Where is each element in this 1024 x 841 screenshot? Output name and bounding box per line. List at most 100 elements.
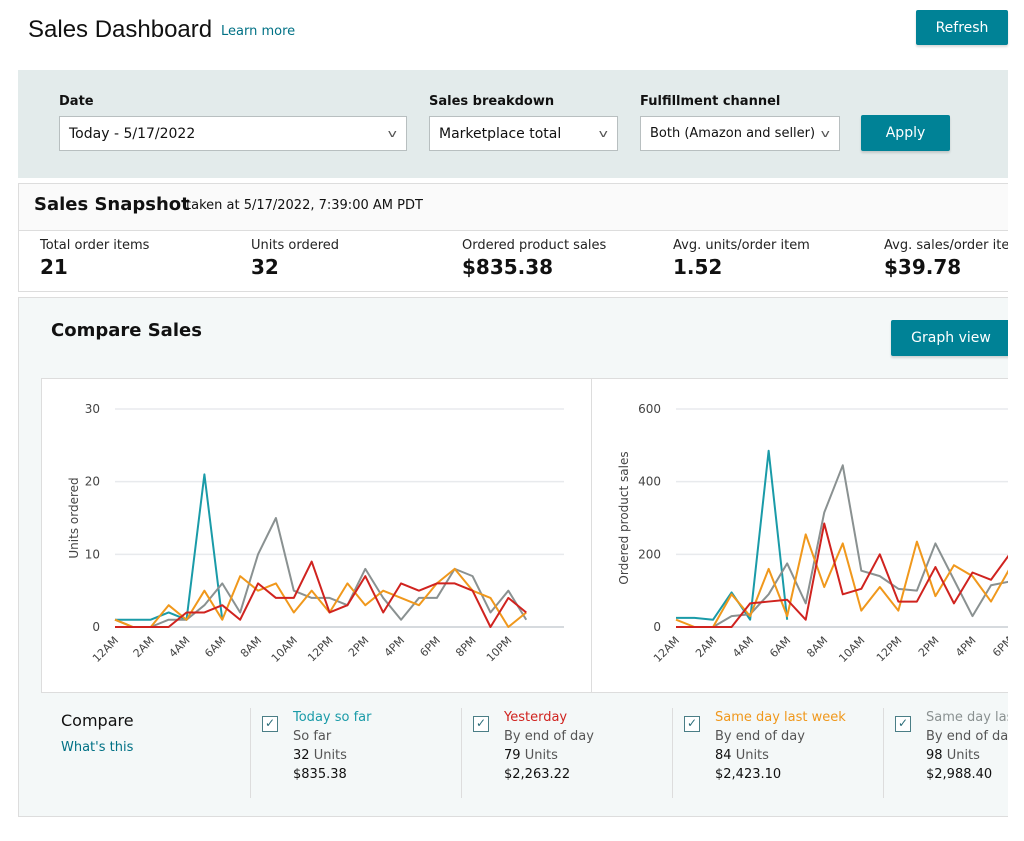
compare-label: Compare xyxy=(61,711,134,730)
metric-value: 21 xyxy=(40,255,68,279)
x-tick-label: 4AM xyxy=(730,634,756,660)
breakdown-value: Marketplace total xyxy=(439,125,562,142)
y-tick-label: 600 xyxy=(638,402,661,416)
metric-avg-sales: Avg. sales/order item $39.78 xyxy=(884,238,1008,279)
channel-select[interactable]: Both (Amazon and seller) v xyxy=(640,116,840,151)
y-tick-label: 0 xyxy=(653,620,661,634)
x-tick-label: 6AM xyxy=(767,634,793,660)
channel-label: Fulfillment channel xyxy=(640,94,781,109)
y-tick-label: 20 xyxy=(85,475,100,489)
metric-label: Ordered product sales xyxy=(462,238,607,253)
x-tick-label: 12AM xyxy=(90,634,121,665)
snapshot-timestamp: taken at 5/17/2022, 7:39:00 AM PDT xyxy=(186,198,423,213)
series-line-yesterday xyxy=(676,522,1008,628)
x-tick-label: 10AM xyxy=(836,634,867,665)
units-label: Units xyxy=(946,748,980,763)
compare-item-name: Today so far xyxy=(293,710,372,725)
x-tick-label: 2AM xyxy=(131,634,157,660)
checkbox-checked-icon[interactable]: ✓ xyxy=(684,716,700,732)
compare-item-sub: So far xyxy=(293,729,332,744)
chevron-down-icon: v xyxy=(821,127,831,140)
x-tick-label: 8AM xyxy=(804,634,830,660)
metric-value: $835.38 xyxy=(462,255,554,279)
x-tick-label: 8PM xyxy=(453,634,479,660)
compare-item-sales: $835.38 xyxy=(293,767,347,782)
series-line-yesterday xyxy=(115,560,527,628)
snapshot-header: Sales Snapshot taken at 5/17/2022, 7:39:… xyxy=(18,183,1008,231)
series-line-today xyxy=(115,473,224,621)
date-select[interactable]: Today - 5/17/2022 v xyxy=(59,116,407,151)
metric-label: Avg. sales/order item xyxy=(884,238,1008,253)
x-tick-label: 6PM xyxy=(990,634,1008,660)
x-tick-label: 10PM xyxy=(484,634,514,664)
compare-item-units: 79 xyxy=(504,748,521,763)
chevron-down-icon: v xyxy=(388,127,398,140)
compare-item: ✓ Same day last year By end of day 98 Un… xyxy=(883,708,1008,798)
compare-item-name: Yesterday xyxy=(504,710,568,725)
chevron-down-icon: v xyxy=(599,127,609,140)
y-tick-label: 0 xyxy=(92,620,100,634)
metric-ordered-product-sales: Ordered product sales $835.38 xyxy=(462,238,606,279)
metric-units-ordered: Units ordered 32 xyxy=(251,238,339,279)
metric-label: Units ordered xyxy=(251,238,339,253)
metric-label: Total order items xyxy=(40,238,150,253)
compare-item-name: Same day last week xyxy=(715,710,846,725)
x-tick-label: 2PM xyxy=(346,634,372,660)
compare-item-units: 32 xyxy=(293,748,310,763)
compare-item: ✓ Today so far So far 32 Units $835.38 xyxy=(250,708,371,798)
x-tick-label: 12PM xyxy=(305,634,335,664)
filter-panel: Date Today - 5/17/2022 v Sales breakdown … xyxy=(18,70,1008,178)
metric-label: Avg. units/order item xyxy=(673,238,810,253)
page-title: Sales Dashboard xyxy=(28,16,213,43)
x-tick-label: 4AM xyxy=(166,634,192,660)
checkbox-checked-icon[interactable]: ✓ xyxy=(262,716,278,732)
y-tick-label: 200 xyxy=(638,547,661,561)
metric-avg-units: Avg. units/order item 1.52 xyxy=(673,238,810,279)
units-chart: 0 10 20 30 12AM 2AM 4AM 6AM 8AM 10AM 12PM 2PM 4PM 6PM… xyxy=(67,402,564,665)
y-axis-label: Units ordered xyxy=(67,477,81,558)
checkbox-checked-icon[interactable]: ✓ xyxy=(473,716,489,732)
compare-item-units: 84 xyxy=(715,748,732,763)
x-tick-label: 6PM xyxy=(417,634,443,660)
units-label: Units xyxy=(524,748,558,763)
date-value: Today - 5/17/2022 xyxy=(69,125,196,142)
metric-value: $39.78 xyxy=(884,255,962,279)
y-tick-label: 30 xyxy=(85,402,100,416)
compare-item-sub: By end of day xyxy=(926,729,1008,744)
snapshot-title: Sales Snapshot xyxy=(34,194,190,215)
y-tick-label: 10 xyxy=(85,547,100,561)
learn-more-link[interactable]: Learn more xyxy=(221,24,295,39)
apply-button[interactable]: Apply xyxy=(861,115,950,151)
compare-item-sales: $2,988.40 xyxy=(926,767,993,782)
whats-this-link[interactable]: What's this xyxy=(61,740,133,755)
units-label: Units xyxy=(735,748,769,763)
x-tick-label: 2PM xyxy=(916,634,942,660)
graph-view-button[interactable]: Graph view xyxy=(891,320,1008,356)
charts-container: 0 10 20 30 12AM 2AM 4AM 6AM 8AM 10AM 12PM 2PM 4PM 6PM… xyxy=(41,378,1008,693)
y-axis-label: Ordered product sales xyxy=(617,451,631,584)
breakdown-label: Sales breakdown xyxy=(429,94,555,109)
compare-item-sales: $2,263.22 xyxy=(504,767,571,782)
x-tick-label: 12AM xyxy=(651,634,682,665)
x-tick-label: 10AM xyxy=(269,634,300,665)
compare-item-sales: $2,423.10 xyxy=(715,767,782,782)
units-label: Units xyxy=(313,748,347,763)
compare-title: Compare Sales xyxy=(51,320,202,341)
checkbox-checked-icon[interactable]: ✓ xyxy=(895,716,911,732)
compare-item: ✓ Same day last week By end of day 84 Un… xyxy=(672,708,846,798)
x-tick-label: 6AM xyxy=(202,634,228,660)
date-label: Date xyxy=(59,94,94,109)
breakdown-select[interactable]: Marketplace total v xyxy=(429,116,618,151)
compare-item: ✓ Yesterday By end of day 79 Units $2,26… xyxy=(461,708,594,798)
compare-item-sub: By end of day xyxy=(504,729,594,744)
compare-sales-panel: Compare Sales Graph view 0 10 20 30 12AM 2AM 4… xyxy=(18,297,1008,817)
metric-total-order-items: Total order items 21 xyxy=(40,238,149,279)
series-line-last_week xyxy=(675,533,1008,628)
x-tick-label: 2AM xyxy=(693,634,719,660)
x-tick-label: 12PM xyxy=(874,634,904,664)
metric-value: 1.52 xyxy=(673,255,723,279)
compare-item-units: 98 xyxy=(926,748,943,763)
refresh-button[interactable]: Refresh xyxy=(916,10,1008,45)
channel-value: Both (Amazon and seller) xyxy=(650,126,816,141)
compare-item-sub: By end of day xyxy=(715,729,805,744)
